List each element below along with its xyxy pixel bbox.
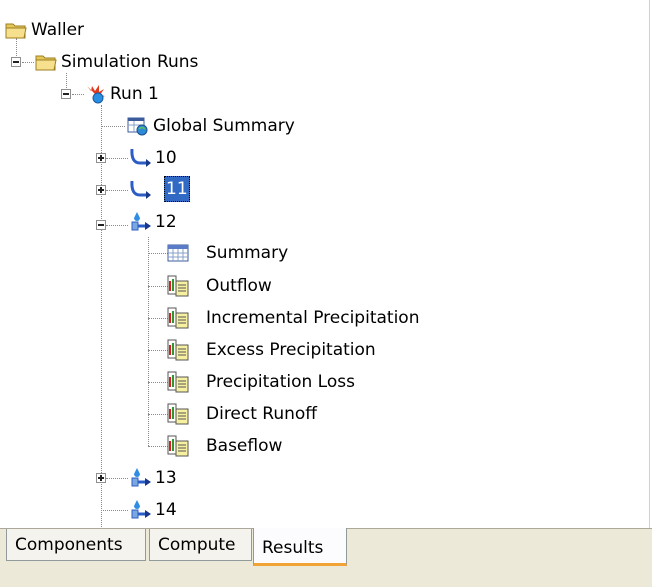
tree-item-summary[interactable]: Summary [204,242,290,264]
tab-components[interactable]: Components [6,529,146,561]
graph-table-icon [167,371,189,393]
folder-open-icon [5,19,27,41]
summary-table-icon [167,242,189,264]
tree-item-direct-runoff[interactable]: Direct Runoff [204,403,319,425]
reach-icon [129,179,151,201]
tree-connector [148,382,168,383]
tree-connector [106,158,128,159]
tree-connector [148,253,168,254]
tree-connector [106,190,128,191]
tree-connector [101,105,102,527]
graph-table-icon [167,403,189,425]
tree-connector [148,286,168,287]
tree-item-11[interactable]: 11 [164,176,190,202]
folder-open-icon [35,51,57,73]
tree-item-incremental-precipitation[interactable]: Incremental Precipitation [204,307,421,329]
explorer-tab-bar: Components Compute Results [0,528,652,587]
subbasin-icon [129,467,151,489]
tree-item-outflow[interactable]: Outflow [204,275,274,297]
tree-connector [101,126,125,127]
tree-connector [148,318,168,319]
tree-item-14[interactable]: 14 [153,499,179,521]
tree-item-waller[interactable]: Waller [29,19,86,41]
tree-item-precipitation-loss[interactable]: Precipitation Loss [204,371,357,393]
tree-connector [72,94,84,95]
graph-table-icon [167,339,189,361]
tree-connector [22,62,34,63]
global-summary-icon [127,115,149,137]
watershed-explorer-tree: Waller Simulation Runs Run 1 Global Summ… [0,0,652,528]
collapse-simulation-runs-toggle[interactable] [11,57,21,67]
tree-item-simulation-runs[interactable]: Simulation Runs [59,51,200,73]
tree-connector [101,510,128,511]
tree-item-12[interactable]: 12 [153,211,179,233]
subbasin-icon [129,211,151,233]
tree-connector [148,414,168,415]
expand-node-10-toggle[interactable] [96,153,106,163]
collapse-node-12-toggle[interactable] [96,220,106,230]
tree-connector [106,478,128,479]
tree-item-excess-precipitation[interactable]: Excess Precipitation [204,339,378,361]
tab-results[interactable]: Results [253,528,347,566]
subbasin-icon [129,499,151,521]
expand-node-13-toggle[interactable] [96,473,106,483]
tree-item-run[interactable]: Run 1 [108,83,161,105]
tree-item-10[interactable]: 10 [153,147,179,169]
tree-right-border [649,0,650,528]
tree-item-13[interactable]: 13 [153,467,179,489]
tree-connector [148,446,168,447]
tree-item-baseflow[interactable]: Baseflow [204,435,284,457]
expand-node-11-toggle[interactable] [96,185,106,195]
run-icon [84,83,106,105]
tree-connector [148,350,168,351]
reach-icon [129,147,151,169]
collapse-run-toggle[interactable] [61,89,71,99]
tab-compute[interactable]: Compute [149,529,252,561]
graph-table-icon [167,435,189,457]
tree-connector [106,225,128,226]
graph-table-icon [167,307,189,329]
graph-table-icon [167,275,189,297]
tree-item-global-summary[interactable]: Global Summary [151,115,297,137]
